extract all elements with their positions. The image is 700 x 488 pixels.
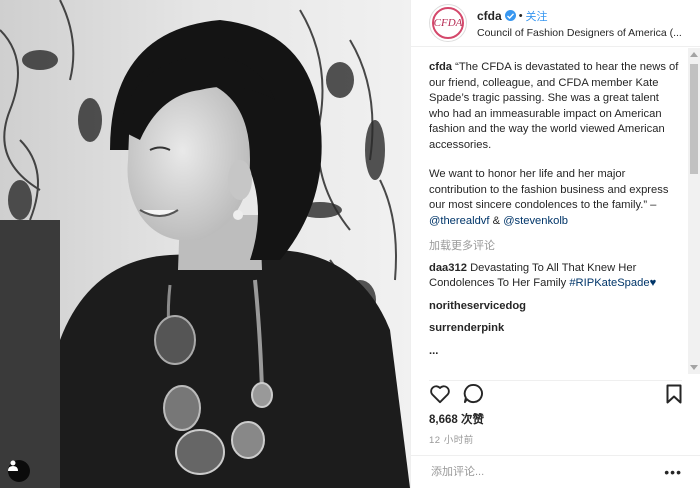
account-full-name: Council of Fashion Designers of America …: [477, 26, 682, 39]
caption-paragraph-1: cfda “The CFDA is devastated to hear the…: [429, 60, 682, 153]
avatar-logo: CFDA: [432, 7, 464, 39]
heart-icon[interactable]: [429, 384, 451, 409]
comment-item: noritheservicedog: [429, 299, 682, 315]
hashtag-link[interactable]: #RIPKateSpade♥: [569, 277, 656, 289]
avatar[interactable]: CFDA: [429, 4, 467, 42]
comment-item: ...: [429, 344, 682, 360]
follow-button[interactable]: 关注: [526, 8, 548, 24]
instagram-post: CFDA cfda • 关注 Council of Fashion Design…: [0, 0, 700, 488]
scrollbar-thumb[interactable]: [690, 64, 698, 174]
scroll-down-arrow-icon[interactable]: [690, 365, 698, 370]
bookmark-icon[interactable]: [666, 384, 682, 409]
comment-item: daa312 Devastating To All That Knew Her …: [429, 261, 682, 292]
post-actions: [429, 380, 682, 409]
post-caption: cfda “The CFDA is devastated to hear the…: [429, 60, 682, 229]
comment-icon[interactable]: [463, 383, 484, 409]
post-timestamp[interactable]: 12 小时前: [429, 432, 474, 446]
photo-image: [0, 0, 410, 488]
caption-paragraph-2: We want to honor her life and her major …: [429, 167, 682, 229]
load-more-comments-button[interactable]: 加载更多评论: [429, 239, 682, 255]
mention-link[interactable]: @therealdvf: [429, 215, 490, 227]
post-header: CFDA cfda • 关注 Council of Fashion Design…: [411, 0, 700, 47]
header-username[interactable]: cfda: [477, 9, 502, 23]
post-photo[interactable]: [0, 0, 410, 488]
caption-amp: &: [489, 214, 504, 227]
caption-text-2: We want to honor her life and her major …: [429, 168, 669, 211]
comment-username[interactable]: surrenderpink: [429, 322, 504, 334]
add-comment-bar: •••: [411, 455, 700, 488]
post-side-panel: CFDA cfda • 关注 Council of Fashion Design…: [410, 0, 700, 488]
caption-username[interactable]: cfda: [429, 61, 452, 73]
more-options-icon[interactable]: •••: [664, 464, 682, 480]
comment-item: surrenderpink: [429, 321, 682, 337]
comments-scrollbar[interactable]: [688, 48, 700, 374]
user-tag-icon[interactable]: [8, 460, 30, 482]
mention-link[interactable]: @stevenkolb: [503, 215, 568, 227]
header-separator: •: [518, 9, 523, 22]
like-count[interactable]: 8,668 次赞: [429, 411, 484, 427]
comment-input[interactable]: [429, 465, 665, 479]
header-text: cfda • 关注 Council of Fashion Designers o…: [477, 8, 682, 39]
caption-text-1: “The CFDA is devastated to hear the news…: [429, 61, 679, 151]
verified-badge-icon: [504, 10, 516, 21]
comments-list[interactable]: cfda “The CFDA is devastated to hear the…: [429, 60, 682, 375]
comment-username[interactable]: noritheservicedog: [429, 300, 526, 312]
scroll-up-arrow-icon[interactable]: [690, 52, 698, 57]
comment-username[interactable]: ...: [429, 345, 438, 357]
header-row: cfda • 关注: [477, 8, 682, 24]
comment-username[interactable]: daa312: [429, 262, 467, 274]
